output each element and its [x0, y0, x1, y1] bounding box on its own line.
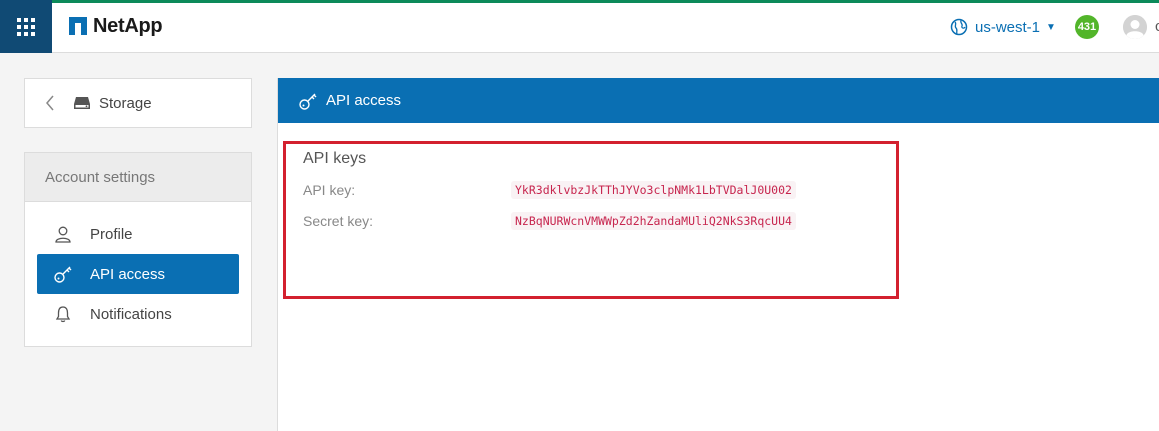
- api-key-value[interactable]: YkR3dklvbzJkTThJYVo3clpNMk1LbTVDalJ0U002: [511, 181, 796, 199]
- top-bar: NetApp us-west-1 ▼ 431 c: [0, 0, 1159, 53]
- top-accent-line: [0, 0, 1159, 3]
- panel-title: API access: [326, 92, 402, 109]
- api-key-label: API key:: [303, 182, 356, 198]
- secret-key-label: Secret key:: [303, 213, 374, 229]
- account-settings-title: Account settings: [25, 153, 251, 202]
- key-icon: [299, 93, 317, 110]
- secret-key-row: Secret key: NzBqNURWcnVMWWpZd2hZandaMUli…: [303, 211, 796, 231]
- account-settings-nav: Account settings Profile API access Noti…: [24, 152, 252, 347]
- api-keys-section: API keys API key: YkR3dklvbzJkTThJYVo3cl…: [283, 141, 899, 299]
- key-icon: [53, 264, 73, 284]
- avatar[interactable]: [1123, 15, 1147, 39]
- region-label: us-west-1: [975, 18, 1041, 36]
- user-icon: [53, 224, 73, 244]
- globe-icon: [950, 18, 968, 36]
- netapp-logo[interactable]: NetApp: [69, 14, 163, 37]
- api-keys-heading: API keys: [303, 150, 367, 167]
- back-to-storage-button[interactable]: Storage: [24, 78, 252, 128]
- sidebar-item-notifications[interactable]: Notifications: [37, 294, 239, 334]
- sidebar-item-label: Notifications: [90, 305, 172, 323]
- api-access-panel: API access API keys API key: YkR3dklvbzJ…: [277, 78, 1159, 431]
- sidebar-item-label: API access: [90, 265, 166, 283]
- panel-header: API access: [278, 78, 1159, 123]
- bell-icon: [53, 304, 73, 324]
- secret-key-value[interactable]: NzBqNURWcnVMWWpZd2hZandaMUliQ2NkS3RqcUU4: [511, 212, 796, 230]
- storage-icon: [74, 97, 90, 109]
- brand-name: NetApp: [93, 14, 163, 37]
- sidebar-item-api-access[interactable]: API access: [37, 254, 239, 294]
- back-label: Storage: [99, 94, 152, 112]
- sidebar-item-profile[interactable]: Profile: [37, 214, 239, 254]
- netapp-logo-icon: [69, 17, 87, 35]
- sidebar-item-label: Profile: [90, 225, 133, 243]
- grid-icon: [17, 17, 35, 36]
- user-avatar-icon: [1123, 15, 1147, 39]
- apps-menu-button[interactable]: [0, 0, 52, 53]
- caret-down-icon: ▼: [1046, 21, 1056, 33]
- region-selector[interactable]: us-west-1 ▼: [950, 16, 1056, 38]
- chevron-left-icon: [46, 95, 54, 111]
- user-name-initial[interactable]: c: [1155, 18, 1159, 35]
- api-key-row: API key: YkR3dklvbzJkTThJYVo3clpNMk1LbTV…: [303, 180, 796, 200]
- notification-badge[interactable]: 431: [1075, 15, 1099, 39]
